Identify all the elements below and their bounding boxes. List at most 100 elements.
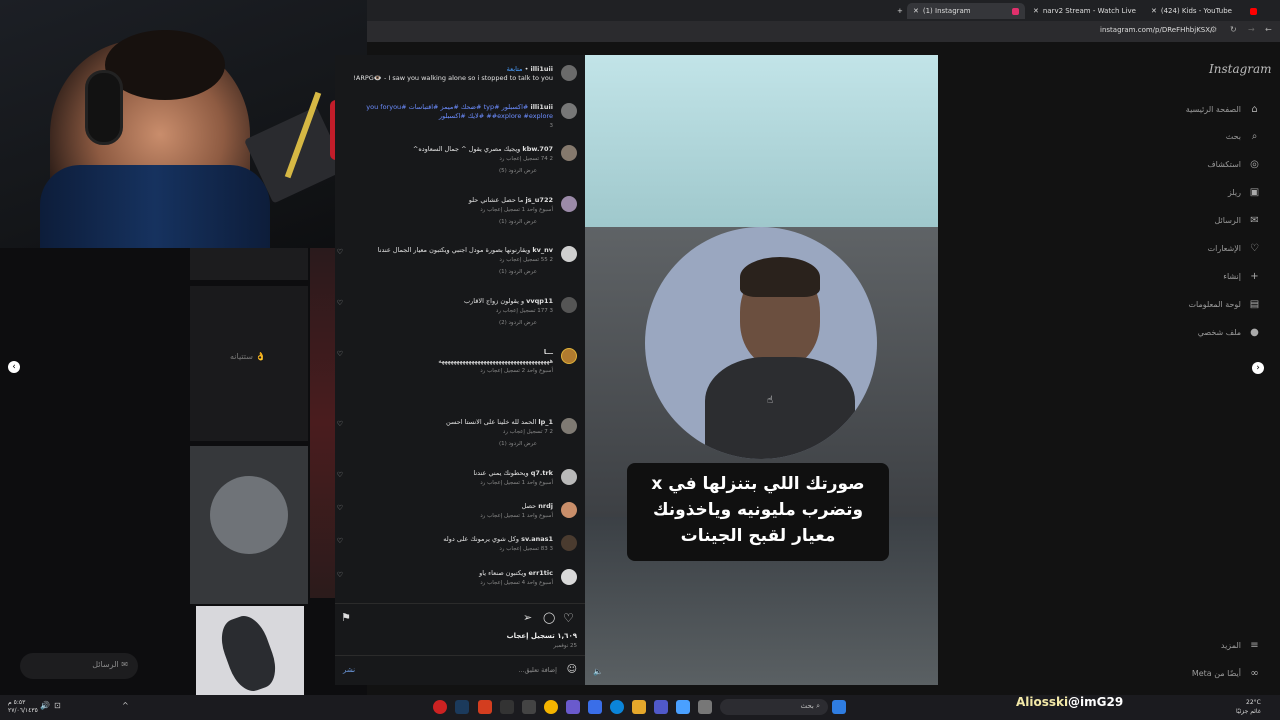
comment-username[interactable]: lp_1 — [538, 418, 553, 426]
tab-instagram[interactable]: ✕ (1) Instagram — [907, 3, 1025, 19]
avatar[interactable] — [561, 246, 577, 262]
close-icon[interactable]: ✕ — [913, 7, 919, 15]
heart-icon[interactable]: ♡ — [337, 300, 343, 307]
clock[interactable]: ٥:٥٣ م ٢٧/٠٦/١٤٣٥ — [8, 699, 38, 715]
chevron-right-icon[interactable]: › — [1252, 362, 1264, 374]
feed-tile[interactable] — [190, 446, 308, 604]
comment-username[interactable]: kv_nv — [532, 246, 553, 254]
follow-link[interactable]: متابعة — [507, 65, 523, 73]
add-comment-input[interactable]: إضافة تعليق... — [407, 666, 557, 674]
network-icon[interactable]: ⊡ — [54, 701, 61, 710]
heart-icon[interactable]: ♡ — [337, 472, 343, 479]
like-heart-icon[interactable]: ♡ — [563, 611, 574, 625]
discord-icon[interactable] — [566, 700, 580, 714]
steam-icon[interactable] — [455, 700, 469, 714]
back-icon[interactable]: ← — [1265, 25, 1272, 34]
chevron-left-icon[interactable]: ‹ — [8, 361, 20, 373]
list-item: q7.trk ويحطونك يمني عندنا أسبوع واحد 1 ت… — [337, 469, 577, 486]
sidebar-item-create[interactable]: + إنشاء — [1100, 269, 1260, 283]
close-icon[interactable]: ✕ — [1033, 7, 1039, 15]
settings-icon[interactable] — [522, 700, 536, 714]
comment-username[interactable]: illi1uii — [530, 65, 553, 73]
share-icon[interactable]: ➢ — [523, 611, 532, 624]
mute-icon[interactable]: 🔈 — [593, 667, 603, 676]
comment-username[interactable]: js_u722 — [525, 196, 553, 204]
tune-icon[interactable]: ⚙ — [1210, 25, 1217, 34]
store-icon[interactable] — [588, 700, 602, 714]
sidebar-item-home[interactable]: ⌂ الصفحة الرئيسية — [1100, 102, 1260, 116]
view-replies-link[interactable]: عرض الردود (1) — [337, 219, 537, 225]
sidebar-item-profile[interactable]: ● ملف شخصي — [1100, 325, 1260, 339]
heart-icon[interactable]: ♡ — [337, 249, 343, 256]
forward-icon[interactable]: → — [1248, 25, 1255, 34]
messages-bubble[interactable]: ✉ الرسائل — [20, 653, 138, 679]
teams-icon[interactable] — [654, 700, 668, 714]
heart-icon[interactable]: ♡ — [337, 505, 343, 512]
tab-stream[interactable]: ✕ narv2 Stream - Watch Live — [1027, 3, 1145, 19]
url-field[interactable]: instagram.com/p/DReFHhbjKSX/ — [1100, 26, 1212, 34]
instagram-logo[interactable]: Instagram — [1209, 62, 1272, 76]
comment-username[interactable]: sv.anas1 — [521, 535, 553, 543]
avatar[interactable] — [561, 348, 577, 364]
sidebar-item-more[interactable]: ≡ المزيد — [1100, 638, 1260, 652]
streamer-name: Aliosski — [1016, 695, 1069, 709]
heart-icon[interactable]: ♡ — [337, 351, 343, 358]
avatar[interactable] — [561, 145, 577, 161]
likes-count[interactable]: ١,٦٠٩ تسجيل إعجاب — [507, 632, 577, 640]
close-icon[interactable]: ✕ — [1151, 7, 1157, 15]
comment-username[interactable]: ـــا — [544, 348, 553, 356]
taskbar-search[interactable]: ⌕ بحث — [720, 699, 828, 715]
bookmark-icon[interactable]: ⚑ — [341, 611, 351, 624]
sidebar-item-meta[interactable]: ∞ أيضًا من Meta — [1100, 666, 1260, 680]
comment-username[interactable]: kbw.707 — [522, 145, 553, 153]
avatar[interactable] — [561, 103, 577, 119]
comment-username[interactable]: illi1uii — [530, 103, 553, 111]
emoji-icon[interactable]: ☺ — [567, 664, 577, 675]
tray-chevron-icon[interactable]: ^ — [122, 701, 129, 710]
app-icon[interactable] — [676, 700, 690, 714]
comment-username[interactable]: err1tic — [528, 569, 553, 577]
feed-tile[interactable]: ستتيانه 👌 — [190, 286, 308, 441]
chrome-icon[interactable] — [544, 700, 558, 714]
avatar[interactable] — [561, 502, 577, 518]
comment-username[interactable]: q7.trk — [531, 469, 553, 477]
avatar[interactable] — [561, 469, 577, 485]
heart-icon[interactable]: ♡ — [337, 538, 343, 545]
post-comment-button[interactable]: نشر — [343, 666, 355, 674]
view-replies-link[interactable]: عرض الردود (1) — [337, 441, 537, 447]
weather-widget[interactable]: 22°C غائم جزئيًا — [1236, 698, 1261, 716]
view-replies-link[interactable]: عرض الردود (1) — [337, 269, 537, 275]
sidebar-item-messages[interactable]: ✉ الرسائل — [1100, 213, 1260, 227]
sidebar-item-notifications[interactable]: ♡ الإشعارات — [1100, 241, 1260, 255]
comment-username[interactable]: vvqp11 — [526, 297, 553, 305]
list-item: err1tic ويكتبون صنعاء ياو أسبوع واحد 4 ت… — [337, 569, 577, 586]
avatar[interactable] — [561, 418, 577, 434]
volume-icon[interactable]: 🔊 — [40, 701, 50, 710]
windows-start-icon[interactable] — [832, 700, 846, 714]
edge-icon[interactable] — [610, 700, 624, 714]
sidebar-item-search[interactable]: ⌕ بحث — [1100, 129, 1260, 143]
sidebar-item-explore[interactable]: ◎ استكشاف — [1100, 157, 1260, 171]
avatar[interactable] — [561, 569, 577, 585]
reload-icon[interactable]: ↻ — [1230, 25, 1237, 34]
avatar[interactable] — [561, 297, 577, 313]
app-icon[interactable] — [698, 700, 712, 714]
avatar[interactable] — [561, 535, 577, 551]
avatar[interactable] — [561, 196, 577, 212]
xbox-icon[interactable] — [500, 700, 514, 714]
comment-username[interactable]: nrdj — [538, 502, 553, 510]
comment-icon[interactable]: ◯ — [543, 611, 555, 624]
sidebar-item-reels[interactable]: ▣ ريلز — [1100, 185, 1260, 199]
heart-icon[interactable]: ♡ — [337, 572, 343, 579]
comment-meta: أسبوع واحد 2 تسجيل إعجاب رد — [480, 368, 553, 374]
app-icon[interactable] — [433, 700, 447, 714]
view-replies-link[interactable]: عرض الردود (2) — [337, 320, 537, 326]
view-replies-link[interactable]: عرض الردود (5) — [337, 168, 537, 174]
post-video[interactable]: ☝ صورتك اللي بتنزلها في x وتضرب مليونيه … — [585, 55, 938, 685]
folder-icon[interactable] — [632, 700, 646, 714]
avatar[interactable] — [561, 65, 577, 81]
heart-icon[interactable]: ♡ — [337, 421, 343, 428]
sidebar-item-dashboard[interactable]: ▤ لوحة المعلومات — [1100, 297, 1260, 311]
brave-icon[interactable] — [478, 700, 492, 714]
tab-youtube[interactable]: ✕ (424) Kids - YouTube — [1145, 3, 1263, 19]
